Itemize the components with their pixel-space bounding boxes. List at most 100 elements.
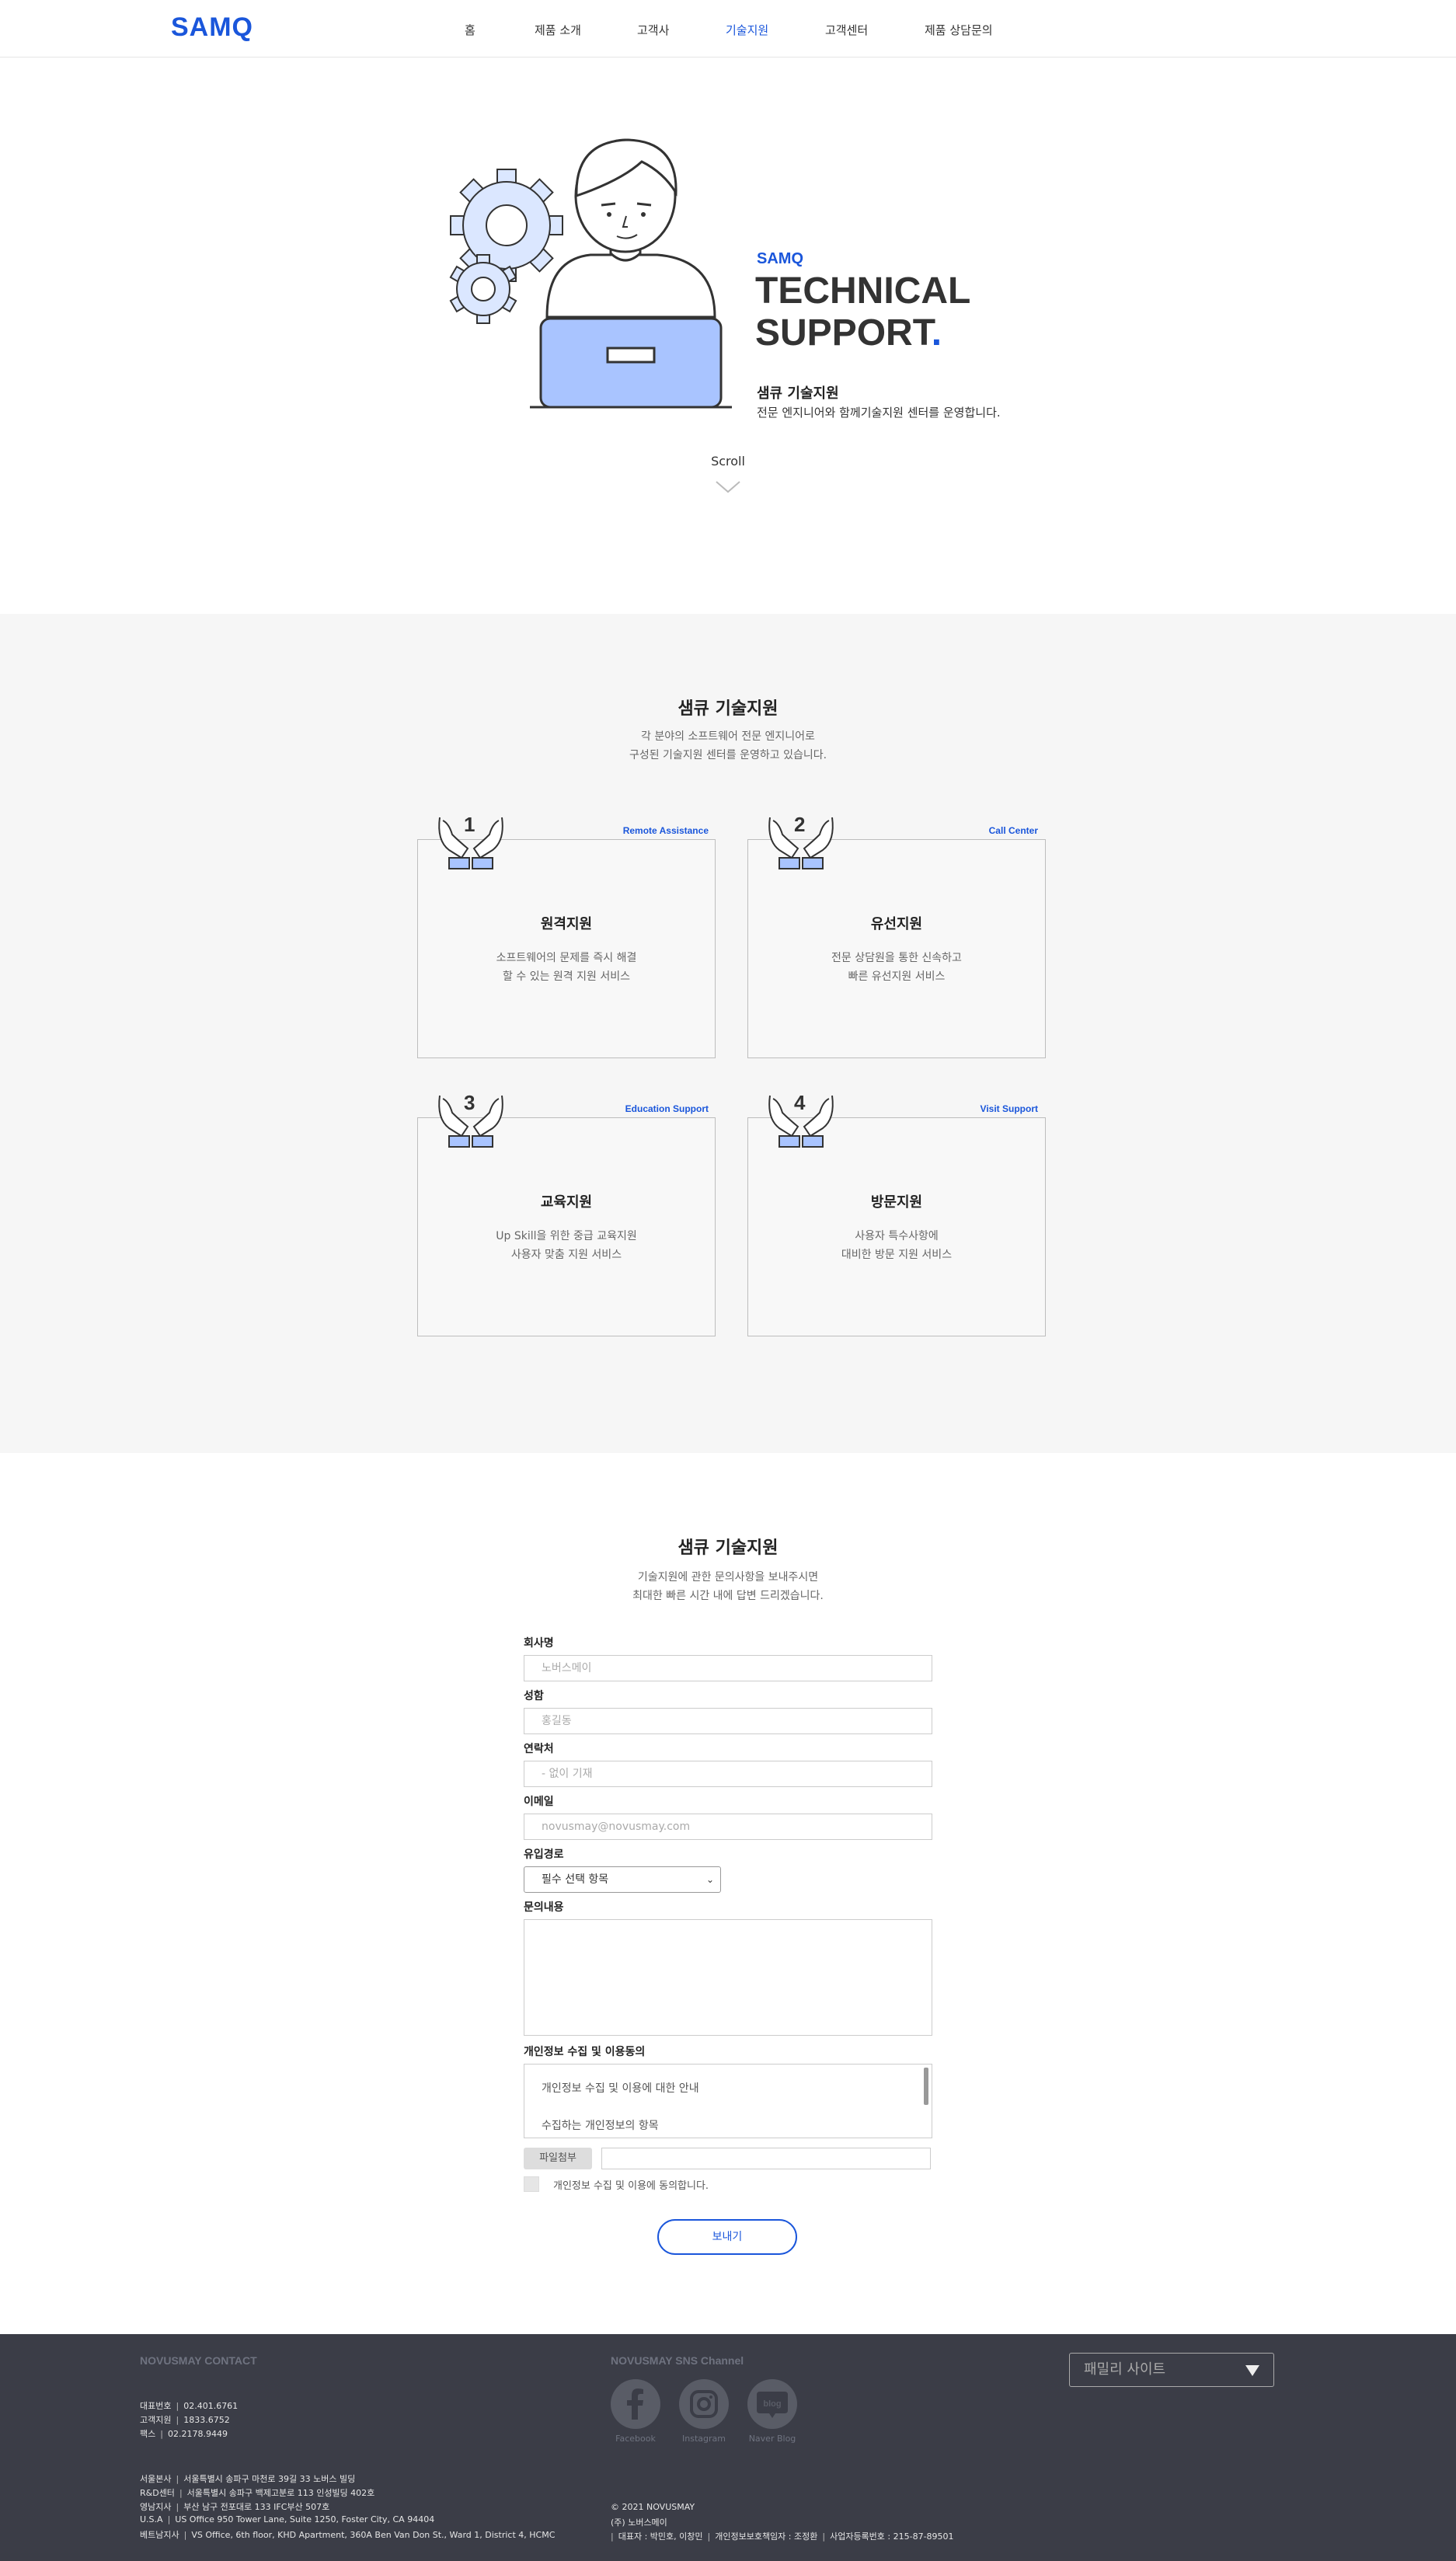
name-input[interactable]: [524, 1708, 932, 1734]
card-desc-line2: 빠른 유선지원 서비스: [848, 970, 946, 983]
phone-input[interactable]: [524, 1761, 932, 1787]
facebook-label[interactable]: Facebook: [601, 2434, 671, 2444]
inquiry-label: 문의내용: [524, 1901, 564, 1914]
privacy-terms-box[interactable]: 개인정보 수집 및 이용에 대한 안내 수집하는 개인정보의 항목: [524, 2064, 932, 2138]
svg-text:blog: blog: [763, 2399, 781, 2409]
hero-title-line1: TECHNICAL: [755, 270, 971, 312]
privacy-label: 개인정보 수집 및 이용동의: [524, 2046, 646, 2058]
address-label: 베트남지사: [140, 2530, 179, 2540]
address-label: 영남지사: [140, 2502, 172, 2512]
address-value: VS Office, 6th floor, KHD Apartment, 360…: [191, 2530, 556, 2540]
scrollbar-thumb[interactable]: [924, 2068, 928, 2105]
instagram-icon[interactable]: [679, 2379, 729, 2429]
services-section: 샘큐 기술지원 각 분야의 소프트웨어 전문 엔지니어로 구성된 기술지원 센터…: [0, 614, 1456, 1453]
card-desc-line1: 사용자 특수사항에: [855, 1230, 939, 1242]
services-title: 샘큐 기술지원: [677, 699, 779, 719]
file-attach-button[interactable]: 파일첨부: [524, 2148, 592, 2169]
business-ceo: 대표자 : 박민호, 이창민: [618, 2531, 703, 2542]
source-select[interactable]: 필수 선택 항목 ⌄: [524, 1866, 721, 1893]
address-value: 서울특별시 송파구 마천로 39길 33 노버스 빌딩: [183, 2474, 356, 2484]
form-desc: 기술지원에 관한 문의사항을 보내주시면 최대한 빠른 시간 내에 답변 드리겠…: [0, 1568, 1456, 1605]
agree-checkbox[interactable]: [524, 2176, 539, 2192]
email-input[interactable]: [524, 1814, 932, 1840]
card-desc: 사용자 특수사항에 대비한 방문 지원 서비스: [748, 1227, 1045, 1264]
caret-down-icon: [1245, 2365, 1259, 2376]
services-desc: 각 분야의 소프트웨어 전문 엔지니어로 구성된 기술지원 센터를 운영하고 있…: [0, 727, 1456, 765]
agree-label[interactable]: 개인정보 수집 및 이용에 동의합니다.: [553, 2177, 709, 2192]
submit-button[interactable]: 보내기: [657, 2219, 797, 2255]
address-value: 부산 남구 전포대로 133 IFC부산 507호: [183, 2502, 330, 2512]
card-desc-line1: 전문 상담원을 통한 신속하고: [831, 952, 962, 964]
source-label: 유입경로: [524, 1848, 564, 1861]
address-row: R&D센터 | 서울특별시 송파구 백제고분로 113 인성빌딩 402호: [140, 2488, 375, 2498]
hero-description: 전문 엔지니어와 함께기술지원 센터를 운영합니다.: [757, 406, 1001, 420]
business-registration: 사업자등록번호 : 215-87-89501: [830, 2531, 954, 2542]
address-row: 베트남지사 | VS Office, 6th floor, KHD Apartmen…: [140, 2530, 556, 2540]
inquiry-textarea[interactable]: [524, 1919, 932, 2036]
card-desc: 전문 상담원을 통한 신속하고 빠른 유선지원 서비스: [748, 949, 1045, 986]
family-site-label: 패밀리 사이트: [1084, 2361, 1166, 2378]
nav-home[interactable]: 홈: [465, 22, 475, 38]
card-desc-line2: 할 수 있는 원격 지원 서비스: [503, 970, 630, 983]
scroll-label[interactable]: Scroll: [699, 454, 757, 469]
address-label: U.S.A: [140, 2514, 163, 2524]
source-select-value: 필수 선택 항목: [542, 1873, 609, 1886]
contact-row: 고객지원 | 1833.6752: [140, 2415, 230, 2425]
contact-row: 팩스 | 02.2178.9449: [140, 2429, 228, 2439]
instagram-label[interactable]: Instagram: [669, 2434, 739, 2444]
family-site-select[interactable]: 패밀리 사이트: [1069, 2353, 1274, 2387]
name-label: 성함: [524, 1690, 544, 1702]
facebook-icon[interactable]: [611, 2379, 660, 2429]
contact-value: 02.401.6761: [183, 2401, 239, 2411]
contact-label: 고객지원: [140, 2415, 172, 2425]
card-eng-label: Remote Assistance: [622, 825, 709, 836]
nav-customer-center[interactable]: 고객센터: [825, 22, 868, 38]
service-card-education: 교육지원 Up Skill을 위한 중급 교육지원 사용자 맞춤 지원 서비스: [417, 1117, 716, 1336]
logo[interactable]: SAMQ: [171, 12, 253, 43]
header: SAMQ 홈 제품 소개 고객사 기술지원 고객센터 제품 상담문의: [0, 0, 1456, 57]
naver-blog-label[interactable]: Naver Blog: [737, 2434, 807, 2444]
hero-title: TECHNICAL SUPPORT.: [755, 270, 970, 354]
privacy-line: 개인정보 수집 및 이용에 대한 안내: [542, 2082, 699, 2095]
company-input[interactable]: [524, 1655, 932, 1681]
contact-value: 1833.6752: [183, 2415, 230, 2425]
card-eng-label: Education Support: [625, 1103, 709, 1114]
file-name-field: [601, 2148, 931, 2169]
privacy-line: 수집하는 개인정보의 항목: [542, 2120, 659, 2132]
service-card-call: 유선지원 전문 상담원을 통한 신속하고 빠른 유선지원 서비스: [747, 839, 1046, 1058]
card-title: 방문지원: [870, 1194, 923, 1211]
company-name: (주) 노버스메이: [611, 2517, 667, 2528]
card-desc-line1: 소프트웨어의 문제를 즉시 해결: [496, 952, 637, 964]
card-number: 2: [794, 813, 806, 836]
nav-consultation[interactable]: 제품 상담문의: [925, 22, 993, 38]
services-desc-line2: 구성된 기술지원 센터를 운영하고 있습니다.: [629, 749, 827, 761]
nav-tech-support[interactable]: 기술지원: [726, 22, 768, 38]
card-desc: Up Skill을 위한 중급 교육지원 사용자 맞춤 지원 서비스: [418, 1227, 715, 1264]
services-desc-line1: 각 분야의 소프트웨어 전문 엔지니어로: [641, 730, 815, 743]
nav-products[interactable]: 제품 소개: [535, 22, 581, 38]
nav-clients[interactable]: 고객사: [637, 22, 669, 38]
chevron-down-icon: ⌄: [705, 1874, 714, 1885]
chevron-down-icon[interactable]: [715, 480, 741, 494]
hero-title-dot: .: [931, 312, 942, 354]
service-card-remote: 원격지원 소프트웨어의 문제를 즉시 해결 할 수 있는 원격 지원 서비스: [417, 839, 716, 1058]
address-label: 서울본사: [140, 2474, 172, 2484]
form-desc-line1: 기술지원에 관한 문의사항을 보내주시면: [637, 1571, 819, 1584]
naver-blog-icon[interactable]: blog: [747, 2379, 797, 2429]
contact-label: 팩스: [140, 2429, 156, 2439]
card-desc-line1: Up Skill을 위한 중급 교육지원: [496, 1230, 637, 1242]
business-privacy-officer: 개인정보보호책임자 : 조정환: [715, 2531, 818, 2542]
contact-row: 대표번호 | 02.401.6761: [140, 2401, 239, 2411]
hero-subtitle: 샘큐 기술지원: [757, 385, 839, 402]
email-label: 이메일: [524, 1796, 554, 1808]
card-title: 원격지원: [540, 916, 593, 932]
card-title: 유선지원: [870, 916, 923, 932]
address-label: R&D센터: [140, 2488, 175, 2498]
hero-illustration: [449, 138, 732, 409]
hero-title-line2: SUPPORT: [755, 312, 932, 354]
copyright: © 2021 NOVUSMAY: [611, 2502, 695, 2512]
address-row: 영남지사 | 부산 남구 전포대로 133 IFC부산 507호: [140, 2502, 330, 2512]
contact-heading: NOVUSMAY CONTACT: [140, 2354, 257, 2367]
contact-value: 02.2178.9449: [167, 2429, 228, 2439]
phone-label: 연락처: [524, 1743, 554, 1755]
